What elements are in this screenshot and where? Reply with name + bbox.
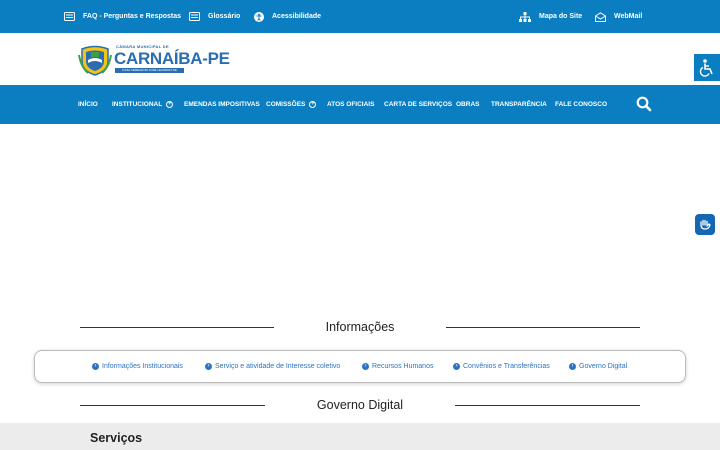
arrow-circle-icon: › [362, 363, 369, 370]
libras-widget-button[interactable] [695, 214, 715, 235]
info-link-label: Informações Institucionais [102, 363, 183, 370]
wheelchair-icon [699, 58, 713, 77]
arrow-circle-icon: › [453, 363, 460, 370]
services-title: Serviços [90, 431, 143, 445]
accessibility-label: Acessibilidade [272, 13, 322, 20]
divider [80, 326, 274, 328]
info-link-label: Governo Digital [579, 363, 628, 370]
expand-icon: + [166, 101, 174, 108]
nav-item-inicio[interactable]: INÍCIO [78, 85, 98, 124]
nav-label: TRANSPARÊNCIA [491, 101, 547, 108]
arrow-circle-icon: › [205, 363, 212, 370]
info-link-governo-digital[interactable]: › Governo Digital [569, 350, 627, 383]
nav-item-atos-oficiais[interactable]: ATOS OFICIAIS [327, 85, 374, 124]
faq-label: FAQ - Perguntas e Respostas [83, 13, 182, 20]
info-link-institucionais[interactable]: › Informações Institucionais [92, 350, 183, 383]
coat-of-arms-icon [78, 45, 112, 76]
informacoes-heading: Informações [80, 319, 640, 335]
webmail-link[interactable]: WebMail [595, 0, 642, 33]
arrow-circle-icon: › [92, 363, 99, 370]
sign-language-icon [699, 219, 711, 230]
glossary-link[interactable]: Glossário [189, 0, 240, 33]
section-title: Governo Digital [316, 398, 404, 412]
accessibility-icon [254, 11, 264, 22]
search-icon [636, 96, 652, 112]
arrow-circle-icon: › [569, 363, 576, 370]
nav-item-fale-conosco[interactable]: FALE CONOSCO [555, 85, 607, 124]
nav-label: FALE CONOSCO [555, 101, 608, 108]
glossary-label: Glossário [208, 13, 241, 20]
info-link-interesse-coletivo[interactable]: › Serviço e atividade de Interesse colet… [205, 350, 340, 383]
nav-item-institucional[interactable]: INSTITUCIONAL + [112, 85, 174, 124]
sitemap-icon [519, 11, 531, 22]
accessibility-link[interactable]: Acessibilidade [254, 0, 321, 33]
expand-icon: + [309, 101, 317, 108]
divider [446, 326, 640, 328]
governo-digital-heading: Governo Digital [80, 397, 640, 413]
mail-icon [595, 11, 606, 22]
info-link-label: Recursos Humanos [372, 363, 434, 370]
divider [80, 404, 265, 406]
info-link-recursos-humanos[interactable]: › Recursos Humanos [362, 350, 433, 383]
nav-label: CARTA DE SERVIÇOS [384, 101, 453, 108]
accessibility-widget-button[interactable] [694, 54, 720, 81]
sitemap-link[interactable]: Mapa do Site [519, 0, 582, 33]
glossary-icon [189, 12, 200, 21]
nav-item-emendas[interactable]: EMENDAS IMPOSITIVAS [184, 85, 260, 124]
nav-label: INÍCIO [78, 101, 98, 108]
nav-label: INSTITUCIONAL [112, 101, 163, 108]
logo-strip-text: CASA VEREADOR JOSÉ LEANDRO DE OLIVEIRA [115, 68, 184, 77]
sitemap-label: Mapa do Site [539, 13, 583, 20]
nav-label: EMENDAS IMPOSITIVAS [184, 101, 260, 108]
info-link-label: Convênios e Transferências [463, 363, 550, 370]
search-button[interactable] [635, 95, 653, 113]
webmail-label: WebMail [614, 13, 643, 20]
faq-icon [64, 12, 75, 21]
info-link-label: Serviço e atividade de Interesse coletiv… [215, 363, 341, 370]
logo-main-text: CARNAÍBA-PE [114, 49, 230, 68]
nav-item-carta-servicos[interactable]: CARTA DE SERVIÇOS [384, 85, 452, 124]
nav-label: ATOS OFICIAIS [327, 101, 375, 108]
divider [455, 404, 640, 406]
nav-item-transparencia[interactable]: TRANSPARÊNCIA [491, 85, 547, 124]
section-title: Informações [325, 320, 395, 334]
info-link-convenios[interactable]: › Convênios e Transferências [453, 350, 550, 383]
faq-link[interactable]: FAQ - Perguntas e Respostas [64, 0, 181, 33]
nav-label: OBRAS [456, 101, 480, 108]
nav-item-comissoes[interactable]: COMISSÕES + [266, 85, 317, 124]
nav-label: COMISSÕES [266, 101, 306, 108]
nav-item-obras[interactable]: OBRAS [456, 85, 479, 124]
